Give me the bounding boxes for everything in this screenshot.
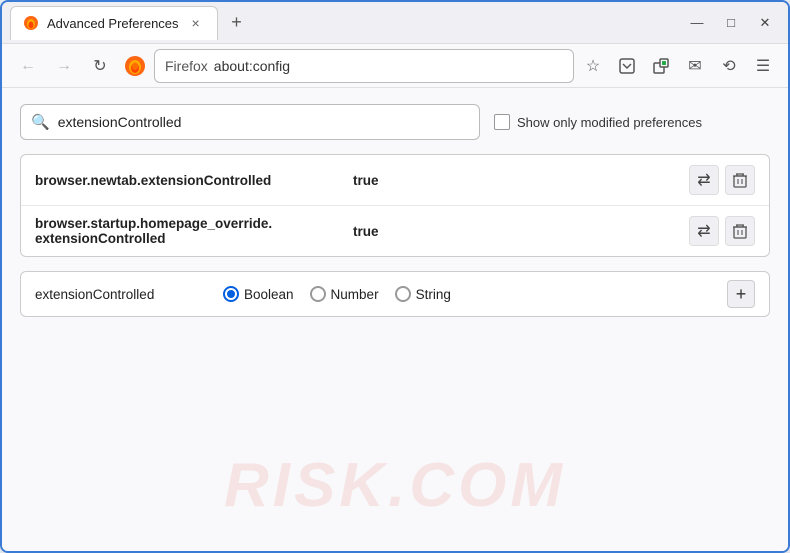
bookmark-icon[interactable]: ☆ (578, 51, 608, 81)
pocket-icon[interactable] (612, 51, 642, 81)
modified-filter-label: Show only modified preferences (517, 115, 702, 130)
search-input[interactable]: extensionControlled (58, 114, 469, 130)
trash-icon (733, 172, 747, 188)
window-controls: — □ ✕ (682, 8, 780, 38)
browser-tab[interactable]: Advanced Preferences × (10, 6, 218, 40)
search-box[interactable]: 🔍 extensionControlled (20, 104, 480, 140)
maximize-button[interactable]: □ (716, 8, 746, 38)
tab-title: Advanced Preferences (47, 16, 179, 31)
swap-button-1[interactable]: ⇄ (689, 165, 719, 195)
watermark: RISK.COM (224, 450, 566, 521)
title-bar: Advanced Preferences × + — □ ✕ (2, 2, 788, 44)
row-actions-2: ⇄ (689, 216, 755, 246)
extensions-svg (652, 57, 670, 75)
radio-circle-number (310, 286, 326, 302)
address-bar[interactable]: Firefox about:config (154, 49, 574, 83)
pref-value-1: true (353, 173, 681, 188)
tab-close-button[interactable]: × (187, 14, 205, 32)
nav-bar: ← → ↻ Firefox about:config ☆ (2, 44, 788, 88)
browser-window: Advanced Preferences × + — □ ✕ ← → ↻ Fir… (0, 0, 790, 553)
back-button[interactable]: ← (12, 50, 44, 82)
radio-boolean[interactable]: Boolean (223, 286, 294, 302)
pref-name-1: browser.newtab.extensionControlled (35, 173, 345, 188)
row-actions-1: ⇄ (689, 165, 755, 195)
radio-number[interactable]: Number (310, 286, 379, 302)
pocket-svg (618, 57, 636, 75)
main-content: RISK.COM 🔍 extensionControlled Show only… (2, 88, 788, 551)
close-button[interactable]: ✕ (750, 8, 780, 38)
url-display: about:config (214, 58, 290, 74)
add-preference-button[interactable]: + (727, 280, 755, 308)
modified-filter-row[interactable]: Show only modified preferences (494, 114, 702, 130)
search-row: 🔍 extensionControlled Show only modified… (20, 104, 770, 140)
new-tab-button[interactable]: + (222, 8, 252, 38)
type-radio-group: Boolean Number String (223, 286, 451, 302)
menu-icon[interactable]: ☰ (748, 51, 778, 81)
extensions-icon[interactable] (646, 51, 676, 81)
browser-brand-label: Firefox (165, 58, 208, 74)
search-icon: 🔍 (31, 113, 50, 131)
forward-button[interactable]: → (48, 50, 80, 82)
new-pref-name: extensionControlled (35, 287, 205, 302)
sync-icon[interactable]: ⟲ (714, 51, 744, 81)
pref-name-2: browser.startup.homepage_override. exten… (35, 216, 345, 246)
radio-string-label: String (416, 287, 451, 302)
refresh-button[interactable]: ↻ (84, 50, 116, 82)
mail-icon[interactable]: ✉ (680, 51, 710, 81)
table-row: browser.startup.homepage_override. exten… (21, 206, 769, 256)
radio-boolean-label: Boolean (244, 287, 294, 302)
radio-circle-boolean (223, 286, 239, 302)
delete-button-1[interactable] (725, 165, 755, 195)
add-new-row: extensionControlled Boolean Number Strin… (20, 271, 770, 317)
radio-number-label: Number (331, 287, 379, 302)
nav-icons: ☆ ✉ ⟲ ☰ (578, 51, 778, 81)
results-table: browser.newtab.extensionControlled true … (20, 154, 770, 257)
tab-favicon-icon (23, 15, 39, 31)
pref-value-2: true (353, 224, 681, 239)
table-row: browser.newtab.extensionControlled true … (21, 155, 769, 206)
minimize-button[interactable]: — (682, 8, 712, 38)
swap-button-2[interactable]: ⇄ (689, 216, 719, 246)
modified-checkbox[interactable] (494, 114, 510, 130)
radio-circle-string (395, 286, 411, 302)
radio-string[interactable]: String (395, 286, 451, 302)
firefox-logo-icon (124, 55, 146, 77)
delete-button-2[interactable] (725, 216, 755, 246)
trash-icon-2 (733, 223, 747, 239)
